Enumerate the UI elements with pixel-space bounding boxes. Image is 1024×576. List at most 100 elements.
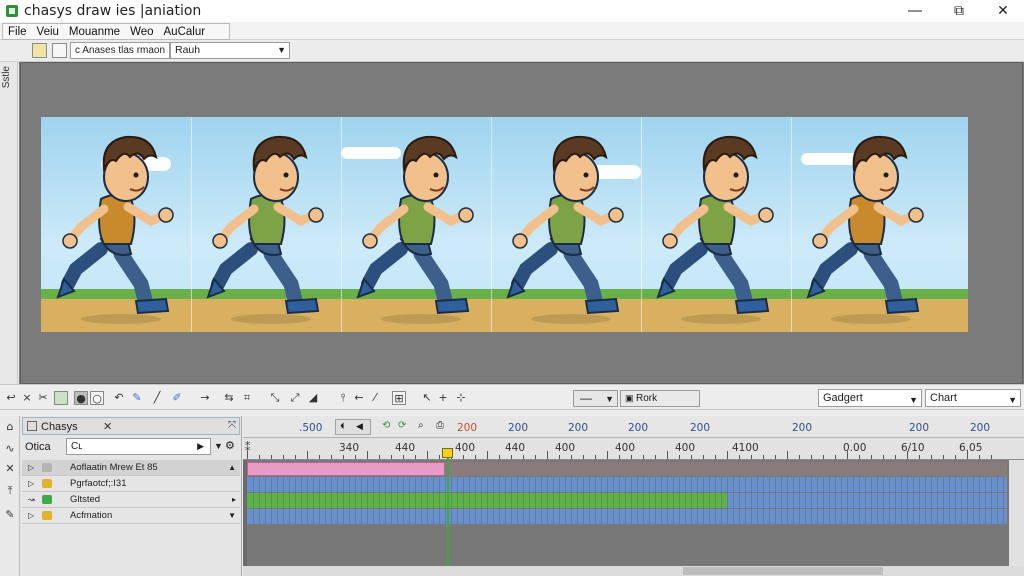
gear-icon[interactable]: ⚙ xyxy=(225,439,235,452)
horizontal-scrollbar[interactable] xyxy=(243,566,1024,576)
track-grain-line xyxy=(463,477,464,524)
wave-icon[interactable]: ∿ xyxy=(3,442,17,456)
minimize-button[interactable]: ― xyxy=(892,0,938,22)
script-icon[interactable]: ⌂ xyxy=(3,420,17,434)
close-button[interactable]: ✕ xyxy=(980,0,1024,22)
save-icon[interactable] xyxy=(52,43,67,58)
track-grain-line xyxy=(301,477,302,524)
track-grain-line xyxy=(319,477,320,524)
menu-file[interactable]: File xyxy=(3,26,32,38)
panel-icon xyxy=(27,421,37,431)
prev-icon[interactable]: ⏴ xyxy=(340,421,345,432)
arrow-back-icon[interactable]: ← xyxy=(352,391,366,405)
line-icon[interactable]: ╱ xyxy=(150,391,164,405)
track-grain-line xyxy=(469,477,470,524)
frame-button[interactable]: ▣ Rork xyxy=(620,390,700,407)
play-icon[interactable]: ▶ xyxy=(197,439,204,454)
scale-icon[interactable]: ⤢ xyxy=(288,391,302,405)
sprite-sheet[interactable] xyxy=(41,117,968,332)
scissors-icon[interactable]: ✂ xyxy=(36,391,50,405)
track-grain-line xyxy=(529,477,530,524)
timeline-ruler[interactable]: ⁑ 340 440 400 440 400 400 400 4100 0.00 … xyxy=(243,438,1024,460)
layer-row[interactable]: ↝ Gltsted ▸ xyxy=(22,492,240,508)
chevron-down-icon[interactable]: ▼ xyxy=(228,508,236,523)
loop-icon[interactable]: ⟲ xyxy=(382,420,390,431)
layer-row[interactable]: ▷ Acfmation ▼ xyxy=(22,508,240,524)
layer-selector[interactable]: Rauh ▼ xyxy=(170,42,290,59)
back-icon[interactable]: ◀ xyxy=(356,421,363,432)
scrollbar-thumb[interactable] xyxy=(683,567,883,575)
track-grain-line xyxy=(493,477,494,524)
camera-icon[interactable]: ⎙ xyxy=(436,420,444,431)
ruler-label: 400 xyxy=(675,442,696,454)
menu-mouanme[interactable]: Mouanme xyxy=(64,26,125,38)
layers-side-toolbar: ⌂ ∿ ✕ ⤒ ✎ xyxy=(0,416,20,576)
canvas-area[interactable] xyxy=(19,62,1024,384)
expand-icon[interactable]: ▷ xyxy=(28,476,34,491)
arrow-left-icon[interactable]: ↩ xyxy=(4,391,18,405)
arrow-right-icon[interactable]: → xyxy=(198,391,212,405)
x-icon[interactable]: ✕ xyxy=(3,462,17,476)
expand-icon[interactable]: ↝ xyxy=(28,492,35,507)
layer-name: Pgrfaotcf;:I31 xyxy=(70,478,127,489)
layer-row[interactable]: ▷ Aoflaatin Mrew Et 85 ▲ xyxy=(22,460,240,476)
ruler-tick xyxy=(967,451,968,459)
brush-small-icon[interactable]: ✎ xyxy=(3,508,17,522)
close-x-icon[interactable]: × xyxy=(20,391,34,405)
chevron-down-icon[interactable]: ▼ xyxy=(214,441,223,451)
refresh-icon[interactable]: ⟳ xyxy=(398,420,406,431)
header-tick: 200 xyxy=(909,422,930,434)
restore-button[interactable]: ⧉ xyxy=(936,0,982,22)
track-grain-line xyxy=(535,477,536,524)
wand-icon[interactable]: ⁄ xyxy=(368,391,382,405)
side-strip-label[interactable]: Sstle xyxy=(1,66,12,88)
playhead-line[interactable] xyxy=(447,448,449,576)
collapse-icon[interactable]: ▲ xyxy=(228,460,236,475)
timeline-tracks[interactable] xyxy=(247,460,1024,572)
plus-icon[interactable]: + xyxy=(436,391,450,405)
track-grain-line xyxy=(607,477,608,524)
close-icon[interactable]: ✕ xyxy=(103,420,112,433)
image-icon[interactable] xyxy=(54,391,68,405)
move-icon[interactable]: ⊹ xyxy=(454,391,468,405)
zoom-icon[interactable]: ⌕ xyxy=(418,420,424,431)
menu-aucalur[interactable]: AuCalur xyxy=(159,26,211,38)
split-icon[interactable]: ⫯ xyxy=(336,391,350,405)
layers-tab[interactable]: Chasys ✕ ⤧ xyxy=(22,417,240,435)
document-selector[interactable]: c Anases tlas rmaon xyxy=(70,42,170,59)
layer-row[interactable]: ▷ Pgrfaotcf;:I31 xyxy=(22,476,240,492)
track-grain-line xyxy=(751,477,752,524)
ruler-tick xyxy=(751,455,752,459)
fill-icon[interactable]: ◢ xyxy=(306,391,320,405)
opacity-field[interactable]: Cʟ ▶ xyxy=(66,438,211,455)
keyframe-clip[interactable] xyxy=(247,462,445,476)
track-grain-line xyxy=(361,477,362,524)
diagonal-icon[interactable]: ⤡ xyxy=(268,391,282,405)
up-icon[interactable]: ⤒ xyxy=(3,484,17,498)
menu-weo[interactable]: Weo xyxy=(125,26,158,38)
open-icon[interactable] xyxy=(32,43,47,58)
arrow-right-icon[interactable]: ▸ xyxy=(232,492,236,507)
vertical-scrollbar[interactable] xyxy=(1009,460,1024,566)
swap-icon[interactable]: ⇆ xyxy=(222,391,236,405)
record-icon[interactable]: ● xyxy=(74,391,88,405)
ruler-label: 6/10 xyxy=(901,442,925,454)
track-grain-line xyxy=(559,477,560,524)
cursor-icon[interactable]: ↖ xyxy=(420,391,434,405)
pin-icon[interactable]: ⤧ xyxy=(228,420,236,431)
grid-icon[interactable]: ⊞ xyxy=(392,391,406,405)
pencil-icon[interactable]: ✎ xyxy=(130,391,144,405)
circle-icon[interactable]: ○ xyxy=(90,391,104,405)
move-back-icon[interactable]: ↶ xyxy=(112,391,126,405)
expand-icon[interactable]: ▷ xyxy=(28,460,34,475)
menu-view[interactable]: Veiu xyxy=(32,26,64,38)
playhead-handle[interactable] xyxy=(442,448,453,458)
track-animation[interactable] xyxy=(247,462,1007,476)
brush-icon[interactable]: ✐ xyxy=(170,391,184,405)
chart-select[interactable]: Chart ▼ xyxy=(925,389,1021,407)
gadget-select[interactable]: Gadgert ▼ xyxy=(818,389,922,407)
crop-icon[interactable]: ⌗ xyxy=(240,391,254,405)
track-grain-line xyxy=(427,477,428,524)
frame-size-select[interactable]: — ▼ xyxy=(573,390,618,407)
expand-icon[interactable]: ▷ xyxy=(28,508,34,523)
